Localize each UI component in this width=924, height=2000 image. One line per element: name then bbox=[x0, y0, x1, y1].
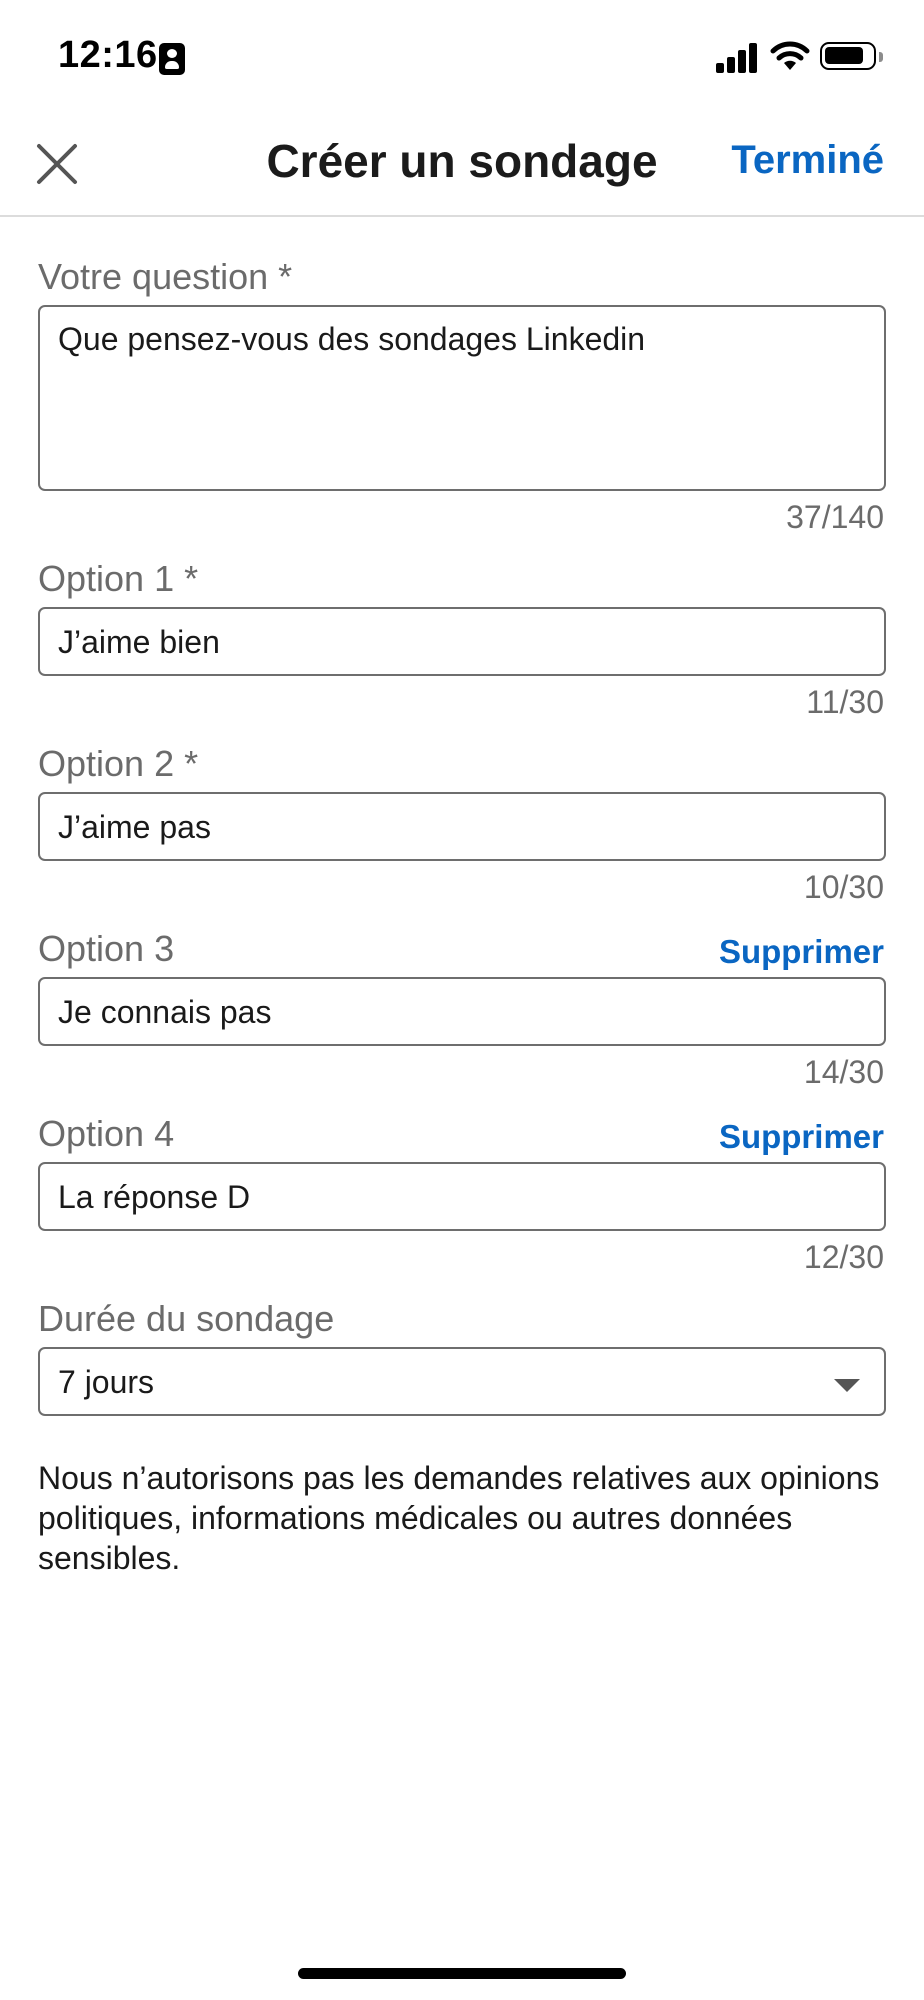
duration-select[interactable]: 7 jours bbox=[38, 1347, 886, 1416]
header: Créer un sondage Terminé bbox=[0, 110, 924, 217]
option-4-counter: 12/30 bbox=[803, 1239, 884, 1275]
option-3-label: Option 3 bbox=[38, 928, 175, 969]
option-1-value: J’aime bien bbox=[58, 624, 220, 660]
option-2-label: Option 2 * bbox=[38, 743, 199, 784]
done-button[interactable]: Terminé bbox=[731, 138, 884, 183]
option-3-remove-button[interactable]: Supprimer bbox=[719, 933, 884, 971]
option-2-input[interactable]: J’aime pas bbox=[38, 792, 886, 861]
signal-icon bbox=[716, 43, 758, 73]
policy-notice: Nous n’autorisons pas les demandes relat… bbox=[38, 1460, 880, 1576]
question-label: Votre question * bbox=[38, 256, 293, 297]
option-3-input[interactable]: Je connais pas bbox=[38, 977, 886, 1046]
home-indicator[interactable] bbox=[298, 1968, 626, 1979]
status-bar: 12:16 bbox=[0, 0, 924, 110]
option-1-label: Option 1 * bbox=[38, 558, 199, 599]
option-3-value: Je connais pas bbox=[58, 994, 272, 1030]
option-4-value: La réponse D bbox=[58, 1179, 251, 1215]
option-2-value: J’aime pas bbox=[58, 809, 211, 845]
question-input[interactable]: Que pensez-vous des sondages Linkedin bbox=[38, 305, 886, 491]
id-badge-icon bbox=[159, 43, 185, 75]
duration-value: 7 jours bbox=[58, 1364, 155, 1400]
status-time: 12:16 bbox=[58, 34, 158, 76]
option-2-counter: 10/30 bbox=[803, 869, 884, 905]
option-3-counter: 14/30 bbox=[803, 1054, 884, 1090]
question-input-value: Que pensez-vous des sondages Linkedin bbox=[58, 321, 646, 357]
question-counter: 37/140 bbox=[786, 499, 884, 535]
wifi-icon bbox=[770, 41, 810, 70]
option-4-label: Option 4 bbox=[38, 1113, 175, 1154]
option-1-counter: 11/30 bbox=[806, 684, 884, 720]
option-1-input[interactable]: J’aime bien bbox=[38, 607, 886, 676]
chevron-down-icon bbox=[834, 1379, 860, 1392]
option-4-input[interactable]: La réponse D bbox=[38, 1162, 886, 1231]
battery-icon bbox=[820, 42, 883, 70]
option-4-remove-button[interactable]: Supprimer bbox=[719, 1118, 884, 1156]
duration-label: Durée du sondage bbox=[38, 1298, 335, 1339]
